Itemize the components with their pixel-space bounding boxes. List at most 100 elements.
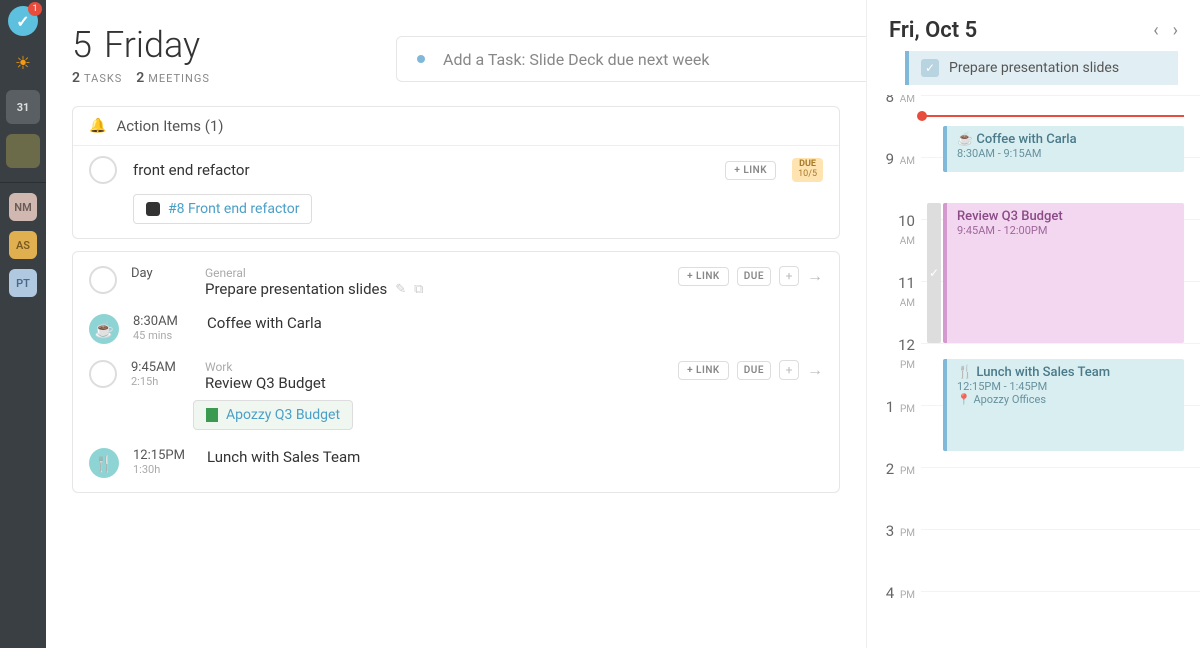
nav-arrows: ‹ › <box>1153 20 1178 41</box>
calendar-icon[interactable]: 31 <box>6 90 40 124</box>
due-button[interactable]: DUE <box>737 267 771 286</box>
event-review[interactable]: Review Q3 Budget 9:45AM - 12:00PM <box>943 203 1184 343</box>
task-row-prepare-slides[interactable]: Day General Prepare presentation slides … <box>73 258 839 306</box>
event-complete-strip[interactable]: ✓ <box>927 203 941 343</box>
event-location: Apozzy Offices <box>973 393 1046 406</box>
meetings-label: MEETINGS <box>148 72 210 85</box>
allday-event[interactable]: ✓ Prepare presentation slides <box>905 51 1178 85</box>
hour-ampm: PM <box>900 466 915 477</box>
hour-row: 4 PM <box>921 591 1200 648</box>
hour-ampm: PM <box>900 528 915 539</box>
food-icon: 🍴 <box>957 365 973 380</box>
coffee-icon: ☕ <box>89 314 119 344</box>
link-button[interactable]: + LINK <box>678 267 729 286</box>
due-tag: DUE 10/5 <box>792 158 823 182</box>
document-icon <box>206 408 218 422</box>
today-icon[interactable]: ☀ <box>6 46 40 80</box>
link-button[interactable]: + LINK <box>725 161 776 180</box>
item-time: Day <box>131 266 191 281</box>
item-body: Work Review Q3 Budget <box>205 360 664 392</box>
coffee-icon: ☕ <box>957 132 973 147</box>
main-area: Add a Task: Slide Deck due next week 5 F… <box>46 0 1200 648</box>
timeline[interactable]: 8 AM 9 AM 10 AM 11 AM 12 PM 1 PM 2 PM 3 … <box>867 95 1200 648</box>
event-time: 12:15PM - 1:45PM <box>957 380 1174 393</box>
add-button[interactable]: + <box>779 360 799 380</box>
event-row-lunch[interactable]: 🍴 12:15PM 1:30h Lunch with Sales Team <box>73 440 839 486</box>
complete-checkbox[interactable] <box>89 360 117 388</box>
location-icon: 📍 <box>957 393 971 406</box>
right-header: Fri, Oct 5 ‹ › <box>867 0 1200 51</box>
item-time: 9:45AM 2:15h <box>131 360 191 388</box>
task-row-review-budget[interactable]: 9:45AM 2:15h Work Review Q3 Budget + LIN… <box>73 352 839 400</box>
chevron-right-icon[interactable]: › <box>1173 20 1178 41</box>
complete-checkbox[interactable] <box>89 156 117 184</box>
item-time: 8:30AM 45 mins <box>133 314 193 342</box>
hour-num: 1 <box>886 398 894 416</box>
hour-num: 9 <box>886 150 894 168</box>
time-text: Day <box>131 266 191 281</box>
copy-icon[interactable]: ⧉ <box>414 282 423 297</box>
github-icon <box>146 202 160 216</box>
check-icon[interactable]: ✓ <box>921 59 939 77</box>
event-row-coffee[interactable]: ☕ 8:30AM 45 mins Coffee with Carla <box>73 306 839 352</box>
hour-row: 3 PM <box>921 529 1200 591</box>
avatar-pt[interactable]: PT <box>9 269 37 297</box>
action-items-header[interactable]: 🔔 Action Items (1) <box>73 107 839 146</box>
rail-divider <box>0 182 46 183</box>
event-title: Lunch with Sales Team <box>976 365 1110 380</box>
event-title: Coffee with Carla <box>976 132 1076 147</box>
event-time: 9:45AM - 12:00PM <box>957 224 1174 237</box>
action-item-row[interactable]: front end refactor + LINK DUE 10/5 <box>73 146 839 194</box>
avatar-as[interactable]: AS <box>9 231 37 259</box>
github-link[interactable]: #8 Front end refactor <box>133 194 312 224</box>
doc-link[interactable]: Apozzy Q3 Budget <box>193 400 353 430</box>
event-time: 8:30AM - 9:15AM <box>957 147 1174 160</box>
hour-num: 10 <box>898 212 915 230</box>
item-time: 12:15PM 1:30h <box>133 448 193 476</box>
hour-num: 11 <box>898 274 915 292</box>
link-button[interactable]: + LINK <box>678 361 729 380</box>
right-title: Fri, Oct 5 <box>889 18 977 43</box>
item-actions: + LINK DUE + → <box>678 266 823 286</box>
github-link-row: #8 Front end refactor <box>73 194 839 238</box>
edit-icon[interactable]: ✎ <box>395 282 406 297</box>
add-task-placeholder: Add a Task: Slide Deck due next week <box>443 50 709 69</box>
tasks-label: TASKS <box>84 72 122 85</box>
app-logo-icon[interactable]: 1 <box>8 6 38 36</box>
food-icon: 🍴 <box>89 448 119 478</box>
avatar-nm[interactable]: NM <box>9 193 37 221</box>
notification-badge: 1 <box>28 2 42 16</box>
item-actions: + LINK DUE + → <box>678 360 823 380</box>
doc-link-text: Apozzy Q3 Budget <box>226 407 340 423</box>
hour-num: 12 <box>898 336 915 354</box>
chevron-left-icon[interactable]: ‹ <box>1153 20 1158 41</box>
hour-ampm: AM <box>900 156 915 167</box>
add-button[interactable]: + <box>779 266 799 286</box>
item-title: Review Q3 Budget <box>205 374 326 392</box>
day-name: Friday <box>104 24 200 66</box>
arrow-right-icon[interactable]: → <box>807 360 823 380</box>
due-button[interactable]: DUE <box>737 361 771 380</box>
time-text: 12:15PM <box>133 448 193 463</box>
item-category: General <box>205 266 664 280</box>
arrow-right-icon[interactable]: → <box>807 266 823 286</box>
left-rail: 1 ☀ 31 NM AS PT <box>0 0 46 648</box>
time-text: 8:30AM <box>133 314 193 329</box>
add-task-input[interactable]: Add a Task: Slide Deck due next week <box>396 36 866 82</box>
action-item-title: front end refactor <box>133 161 709 179</box>
event-lunch[interactable]: 🍴 Lunch with Sales Team 12:15PM - 1:45PM… <box>943 359 1184 451</box>
add-task-dot-icon <box>417 55 425 63</box>
hour-ampm: PM <box>900 404 915 415</box>
hour-ampm: AM <box>900 236 915 247</box>
item-category: Work <box>205 360 664 374</box>
event-coffee[interactable]: ☕ Coffee with Carla 8:30AM - 9:15AM <box>943 126 1184 172</box>
notes-icon[interactable] <box>6 134 40 168</box>
hour-num: 2 <box>886 460 894 478</box>
schedule-card: Day General Prepare presentation slides … <box>72 251 840 493</box>
duration-text: 2:15h <box>131 375 191 388</box>
meetings-count: 2 <box>136 70 145 86</box>
day-number: 5 <box>72 24 92 66</box>
complete-checkbox[interactable] <box>89 266 117 294</box>
item-title: Lunch with Sales Team <box>207 448 360 466</box>
due-date: 10/5 <box>798 170 817 180</box>
